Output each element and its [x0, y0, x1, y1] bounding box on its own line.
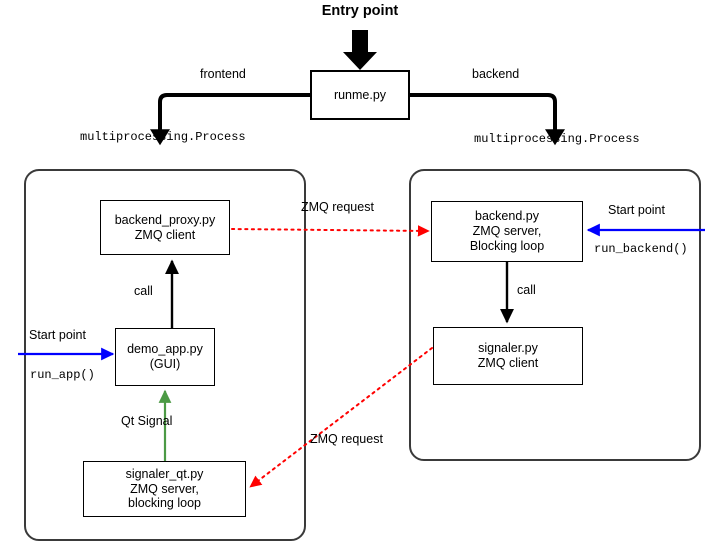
- zmq-request-bottom-label: ZMQ request: [310, 432, 383, 446]
- run-app-function-label: run_app(): [30, 368, 95, 382]
- backend-call-label: call: [517, 283, 536, 297]
- frontend-call-label: call: [134, 284, 153, 298]
- node-runme[interactable]: runme.py: [310, 70, 410, 120]
- entry-point-arrow: [343, 30, 377, 70]
- node-signaler-qt-label: signaler_qt.py ZMQ server, blocking loop: [125, 466, 204, 511]
- frontend-start-point-label: Start point: [29, 328, 86, 342]
- zmq-request-bottom-arrow: [249, 347, 433, 488]
- node-signaler-label: signaler.py ZMQ client: [477, 341, 539, 370]
- node-backend-proxy-label: backend_proxy.py ZMQ client: [114, 212, 216, 242]
- diagram-canvas: runme.py backend_proxy.py ZMQ client dem…: [0, 0, 723, 560]
- node-signaler[interactable]: signaler.py ZMQ client: [433, 327, 583, 385]
- node-backend[interactable]: backend.py ZMQ server, Blocking loop: [431, 201, 583, 262]
- frontend-branch-label: frontend: [200, 67, 246, 81]
- backend-process-label: multiprocessing.Process: [474, 132, 640, 146]
- node-demo-app-label: demo_app.py (GUI): [127, 342, 203, 371]
- zmq-request-top-arrow: [231, 225, 430, 237]
- node-demo-app[interactable]: demo_app.py (GUI): [115, 328, 215, 386]
- backend-branch-label: backend: [472, 67, 520, 81]
- frontend-process-label: multiprocessing.Process: [80, 130, 246, 144]
- zmq-request-top-label: ZMQ request: [301, 200, 374, 214]
- node-backend-label: backend.py ZMQ server, Blocking loop: [469, 209, 545, 253]
- run-backend-function-label: run_backend(): [594, 242, 688, 256]
- qt-signal-label: Qt Signal: [121, 414, 173, 428]
- entry-point-title: Entry point: [321, 3, 399, 19]
- node-backend-proxy[interactable]: backend_proxy.py ZMQ client: [100, 200, 230, 255]
- backend-start-point-label: Start point: [608, 203, 665, 217]
- node-signaler-qt[interactable]: signaler_qt.py ZMQ server, blocking loop: [83, 461, 246, 517]
- node-runme-label: runme.py: [333, 87, 387, 102]
